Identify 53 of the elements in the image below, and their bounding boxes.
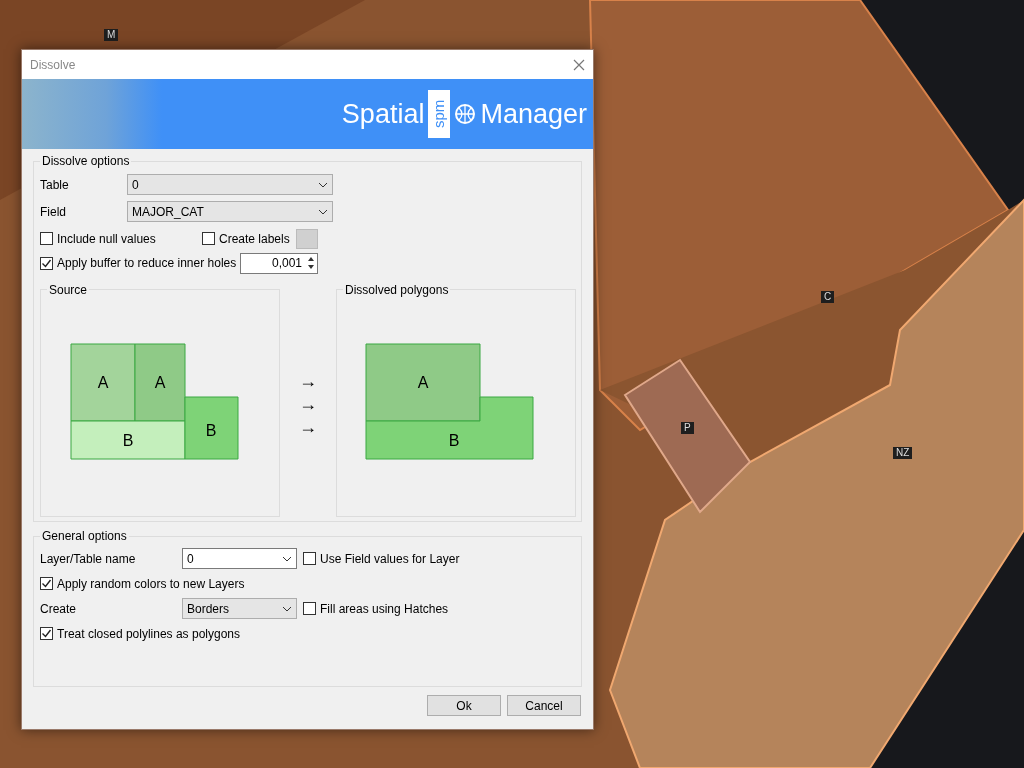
field-dropdown[interactable]: MAJOR_CAT <box>127 201 333 222</box>
panel-title: Dissolved polygons <box>343 283 451 297</box>
checkbox[interactable] <box>40 256 53 270</box>
field-label: Field <box>40 203 67 221</box>
arrow: → <box>299 394 317 414</box>
number-spinner[interactable]: 0,001 <box>240 252 318 274</box>
polygon-label: B <box>448 432 460 449</box>
polygon-label: B <box>122 432 134 449</box>
checkbox[interactable] <box>40 577 53 590</box>
logo-mark: spm <box>428 90 451 138</box>
chevron-icon <box>282 605 292 612</box>
checkbox-label: Create labels <box>219 230 290 248</box>
field-label: Table <box>40 176 70 194</box>
group-title: General options <box>40 529 129 543</box>
logo-text: Manager <box>480 97 587 131</box>
group-title: Dissolve options <box>40 154 132 168</box>
checkbox[interactable] <box>40 627 53 640</box>
table-dropdown[interactable]: 0 <box>127 174 333 195</box>
checkbox[interactable] <box>303 552 316 565</box>
field-label: Create <box>40 600 78 618</box>
dialog-button[interactable]: Cancel <box>507 695 581 716</box>
color-swatch-button[interactable] <box>295 228 318 249</box>
polygon-label: A <box>97 374 109 391</box>
checkbox[interactable] <box>303 602 316 615</box>
globe-icon <box>454 103 477 125</box>
checkbox[interactable] <box>202 232 215 245</box>
checkbox-label: Fill areas using Hatches <box>320 600 449 618</box>
close-icon[interactable] <box>573 58 585 71</box>
chevron-icon <box>318 208 328 215</box>
checkbox-label: Apply buffer to reduce inner holes <box>57 255 237 272</box>
polygon-label: A <box>417 374 429 391</box>
checkbox-label: Include null values <box>57 230 156 248</box>
map-label: C <box>821 291 835 303</box>
panel-title: Source <box>47 283 90 297</box>
arrow: → <box>299 417 317 437</box>
map-label: NZ <box>893 447 913 459</box>
checkbox[interactable] <box>40 232 53 245</box>
arrow: → <box>299 371 317 391</box>
checkbox-label: Treat closed polylines as polygons <box>57 625 240 643</box>
chevron-icon <box>282 555 292 562</box>
checkbox-label: Apply random colors to new Layers <box>57 575 245 593</box>
layer-name-dropdown[interactable]: 0 <box>182 548 297 569</box>
dialog-button[interactable]: Ok <box>427 695 501 716</box>
checkbox-label: Use Field values for Layer <box>320 550 460 568</box>
map-label: P <box>681 422 694 434</box>
map-label: M <box>104 29 119 41</box>
field-label: Layer/Table name <box>40 550 137 568</box>
window-title: Dissolve <box>30 56 76 74</box>
polygon-label: A <box>154 374 166 391</box>
create-dropdown[interactable]: Borders <box>182 598 297 619</box>
polygon-label: B <box>205 422 217 439</box>
chevron-icon <box>318 181 328 188</box>
logo-text: Spatial <box>341 97 425 131</box>
